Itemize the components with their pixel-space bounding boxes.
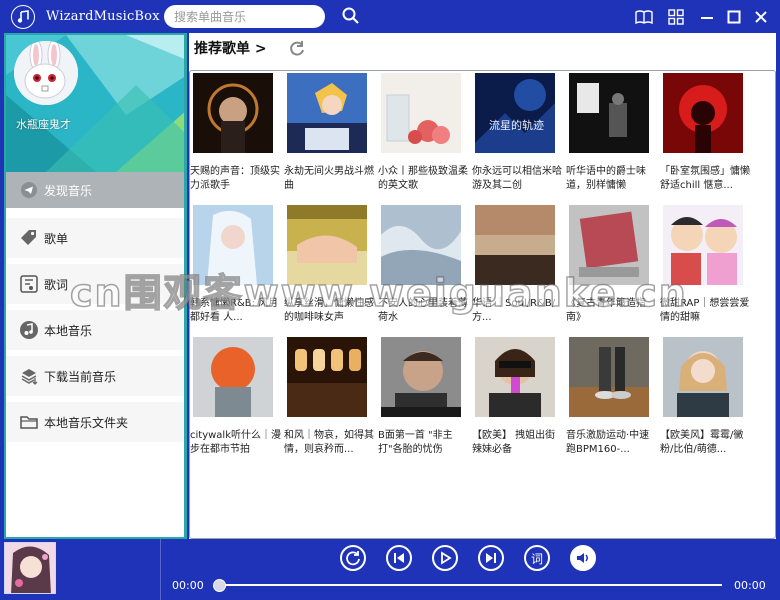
sidebar-item-local-folder[interactable]: 本地音乐文件夹 — [6, 402, 184, 442]
refresh-icon[interactable] — [288, 40, 306, 58]
title-bar: WizardMusicBox — [0, 0, 780, 34]
total-time: 00:00 — [734, 579, 766, 592]
music-note-logo-icon — [11, 5, 35, 29]
playlist-cover — [381, 205, 461, 285]
app-title: WizardMusicBox — [46, 9, 160, 24]
sidebar-item-local-music[interactable]: 本地音乐 — [6, 310, 184, 350]
player-bar: 词 00:00 00:00 — [0, 539, 780, 600]
tag-icon — [18, 227, 40, 249]
seek-bar[interactable] — [219, 584, 722, 586]
playlist-cover — [663, 205, 743, 285]
section-title[interactable]: 推荐歌单 > — [194, 38, 267, 58]
playlist-cover — [287, 337, 367, 417]
sidebar-item-label: 本地音乐 — [44, 323, 93, 338]
playlist-cover — [569, 205, 649, 285]
playlist-cover — [475, 337, 555, 417]
playlist-cover: 流星的轨迹 — [475, 73, 555, 153]
download-icon — [18, 365, 40, 387]
volume-icon[interactable] — [570, 545, 596, 571]
folder-icon — [18, 411, 40, 433]
playlist-title: 微甜RAP｜想尝尝爱情的甜嘛 — [660, 298, 750, 323]
avatar[interactable] — [14, 41, 78, 105]
playlist-cover — [287, 205, 367, 285]
playlist-title: 听华语中的爵士味道，别样慵懒 — [566, 166, 646, 191]
sidebar-item-lyrics[interactable]: 歌词 — [6, 264, 184, 304]
sidebar-item-label: 发现音乐 — [44, 183, 93, 198]
playlist-cover — [475, 205, 555, 285]
playlist-title: 音乐激励运动·中速跑BPM160-... — [566, 430, 650, 455]
playlist-title: 永劫无间火男战斗燃曲 — [284, 166, 374, 191]
maximize-icon[interactable] — [724, 7, 744, 27]
music-note-icon — [18, 319, 40, 341]
playlist-cover — [569, 73, 649, 153]
playlist-title: 纵享丝滑，慵懒性感的咖啡味女声 — [284, 298, 374, 323]
playlist-cover — [381, 337, 461, 417]
playlist-cover — [569, 337, 649, 417]
playlist-cover — [663, 73, 743, 153]
playlist-title: 和风｜物哀，如得其情，则哀矜而... — [284, 430, 374, 455]
playlist-title: 《复古青年簸造指南》 — [566, 298, 646, 323]
telegram-icon — [18, 179, 40, 201]
lyrics-icon — [18, 273, 40, 295]
user-name: 水瓶座鬼才 — [16, 118, 71, 131]
playlist-title: B面第一首 "非主打"各胎的忧伤 — [378, 430, 453, 455]
playlist-title: 华语 ｜Soul/R&B/方... — [472, 298, 556, 323]
repeat-icon[interactable] — [340, 545, 366, 571]
sidebar-item-label: 歌单 — [44, 231, 69, 246]
playlist-title: 你永远可以相信米哈游及其二创 — [472, 166, 562, 191]
now-playing-cover[interactable] — [4, 542, 56, 594]
sidebar-item-label: 本地音乐文件夹 — [44, 415, 129, 430]
search-icon[interactable] — [341, 6, 361, 26]
grid-icon[interactable] — [666, 7, 686, 27]
sidebar-item-download[interactable]: 下载当前音乐 — [6, 356, 184, 396]
sidebar-item-playlist[interactable]: 歌单 — [6, 218, 184, 258]
playlist-title: 天赐的声音：顶级实力派歌手 — [190, 166, 280, 191]
minimize-icon[interactable] — [697, 7, 717, 27]
playlist-title: citywalk听什么｜漫步在都市节拍 — [190, 430, 281, 455]
playlist-cover — [663, 337, 743, 417]
playlist-cover — [287, 73, 367, 153]
playlist-title: 小众丨那些极致温柔的英文歌 — [378, 166, 468, 191]
sidebar-item-label: 歌词 — [44, 277, 69, 292]
playlist-cover — [381, 73, 461, 153]
lyrics-toggle-label: 词 — [530, 551, 543, 566]
sidebar-item-discover[interactable]: 发现音乐 — [6, 172, 184, 208]
user-banner: 水瓶座鬼才 — [6, 35, 184, 172]
playlist-title: 不安人的心里装着薄荷水 — [378, 298, 468, 323]
sidebar: 水瓶座鬼才 发现音乐 歌单 歌词 本地音乐 下载当前音乐 本地音乐文件夹 — [4, 33, 187, 539]
playlist-title: 「卧室氛围感」慵懒舒适chill 惬意... — [660, 166, 750, 191]
playlist-grid: 天赐的声音：顶级实力派歌手 永劫无间火男战斗燃曲 小众丨那些极致温柔的英文歌 流… — [189, 70, 776, 539]
playlist-cover — [193, 73, 273, 153]
playlist-cover — [193, 337, 273, 417]
next-icon[interactable] — [478, 545, 504, 571]
previous-icon[interactable] — [386, 545, 412, 571]
playlist-title: 韩系慵懒R&B: 风月都好看 人... — [190, 298, 279, 323]
book-icon[interactable] — [634, 7, 654, 27]
sidebar-item-label: 下载当前音乐 — [44, 369, 117, 384]
current-time: 00:00 — [172, 579, 204, 592]
lyrics-toggle-button[interactable]: 词 — [524, 545, 550, 571]
divider — [160, 539, 161, 600]
search-input[interactable] — [164, 5, 325, 28]
svg-text:流星的轨迹: 流星的轨迹 — [489, 118, 544, 132]
playlist-title: 【欧美】 拽姐出街 辣妹必备 — [472, 430, 556, 455]
close-icon[interactable] — [751, 7, 771, 27]
main-panel: 推荐歌单 > 天赐的声音：顶级实力派歌手 永劫无间火男战斗燃曲 小众丨那些极致温… — [189, 33, 776, 539]
playlist-title: 【欧美风】霉霉/黴粉/比伯/萌德... — [660, 430, 744, 455]
play-icon[interactable] — [432, 545, 458, 571]
playlist-cover — [193, 205, 273, 285]
seek-handle[interactable] — [213, 579, 226, 592]
